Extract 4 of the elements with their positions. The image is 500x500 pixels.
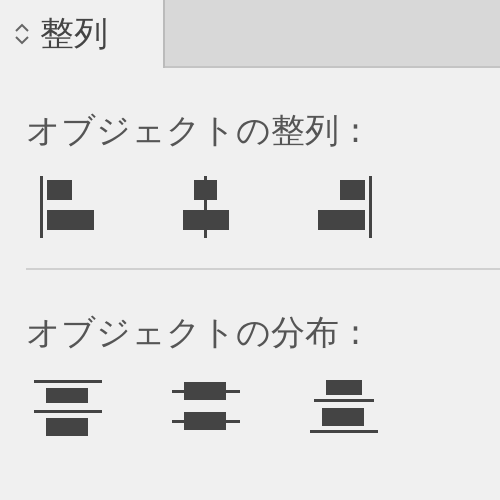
section-heading: オブジェクトの整列 :: [26, 110, 362, 153]
tab-label: 整列: [40, 13, 108, 56]
collapse-toggle-icon[interactable]: [14, 22, 30, 46]
section-heading: オブジェクトの分布 :: [26, 312, 362, 355]
